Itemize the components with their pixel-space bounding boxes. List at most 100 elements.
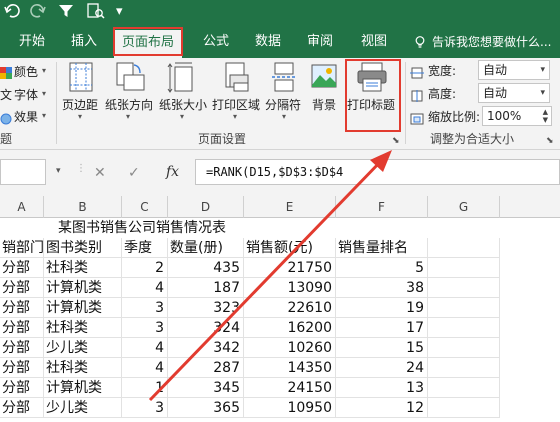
header-cell[interactable]: 图书类别 <box>44 238 122 258</box>
column-header-a[interactable]: A <box>0 196 44 218</box>
table-cell[interactable]: 19 <box>336 298 428 318</box>
empty-cell[interactable] <box>428 238 500 258</box>
table-cell[interactable]: 5 <box>336 258 428 278</box>
tab-formulas[interactable]: 公式 <box>194 26 238 58</box>
table-cell[interactable]: 38 <box>336 278 428 298</box>
empty-cell[interactable] <box>428 338 500 358</box>
scale-to-fit-launcher-icon[interactable]: ⬊ <box>546 136 554 146</box>
table-cell[interactable]: 22610 <box>244 298 336 318</box>
name-box[interactable] <box>0 159 46 185</box>
table-cell[interactable]: 分部 <box>0 318 44 338</box>
enter-icon[interactable]: ✓ <box>128 165 140 181</box>
name-box-dropdown-icon[interactable]: ▾ <box>56 166 61 176</box>
table-cell[interactable]: 分部 <box>0 378 44 398</box>
insert-function-icon[interactable]: fx <box>166 164 179 180</box>
table-cell[interactable]: 324 <box>168 318 244 338</box>
column-header-d[interactable]: D <box>168 196 244 218</box>
formula-input[interactable]: =RANK(D15,$D$3:$D$4 <box>195 159 560 185</box>
scale-spinner[interactable]: 100% ▲ ▼ <box>482 106 552 126</box>
undo-icon[interactable] <box>4 3 22 25</box>
width-dropdown[interactable]: 自动 ▾ <box>478 60 550 80</box>
margins-button[interactable]: 页边距 <box>62 96 98 113</box>
empty-cell[interactable] <box>428 318 500 338</box>
table-cell[interactable]: 2 <box>122 258 168 278</box>
effects-button[interactable]: 效果 <box>14 108 38 125</box>
table-cell[interactable]: 计算机类 <box>44 298 122 318</box>
table-cell[interactable]: 21750 <box>244 258 336 278</box>
table-cell[interactable]: 365 <box>168 398 244 418</box>
table-cell[interactable]: 4 <box>122 338 168 358</box>
table-cell[interactable]: 分部 <box>0 358 44 378</box>
empty-cell[interactable] <box>428 258 500 278</box>
sheet-title[interactable]: 某图书销售公司销售情况表 <box>58 218 226 238</box>
empty-cell[interactable] <box>428 378 500 398</box>
table-cell[interactable]: 社科类 <box>44 258 122 278</box>
background-button[interactable]: 背景 <box>312 96 336 113</box>
table-cell[interactable]: 分部 <box>0 398 44 418</box>
filter-icon[interactable] <box>58 3 74 25</box>
tell-me-search[interactable]: 告诉我您想要做什么... <box>432 26 551 58</box>
tab-insert[interactable]: 插入 <box>62 26 106 58</box>
tab-view[interactable]: 视图 <box>352 26 396 58</box>
table-cell[interactable]: 24 <box>336 358 428 378</box>
table-cell[interactable]: 4 <box>122 358 168 378</box>
column-header-f[interactable]: F <box>336 196 428 218</box>
size-button[interactable]: 纸张大小 <box>159 96 207 113</box>
table-cell[interactable]: 16200 <box>244 318 336 338</box>
table-cell[interactable]: 3 <box>122 318 168 338</box>
table-cell[interactable]: 10260 <box>244 338 336 358</box>
table-cell[interactable]: 13090 <box>244 278 336 298</box>
colors-button[interactable]: 颜色 <box>14 63 38 80</box>
page-setup-launcher-icon[interactable]: ⬊ <box>392 136 400 146</box>
table-cell[interactable]: 少儿类 <box>44 398 122 418</box>
table-cell[interactable]: 10950 <box>244 398 336 418</box>
table-cell[interactable]: 1 <box>122 378 168 398</box>
table-cell[interactable]: 24150 <box>244 378 336 398</box>
table-cell[interactable]: 社科类 <box>44 358 122 378</box>
table-cell[interactable]: 分部 <box>0 258 44 278</box>
column-header-c[interactable]: C <box>122 196 168 218</box>
empty-cell[interactable] <box>428 298 500 318</box>
empty-cell[interactable] <box>428 278 500 298</box>
print-area-button[interactable]: 打印区域 <box>212 96 260 113</box>
redo-icon[interactable] <box>28 3 46 25</box>
table-cell[interactable]: 17 <box>336 318 428 338</box>
header-cell[interactable]: 数量(册) <box>168 238 244 258</box>
table-cell[interactable]: 14350 <box>244 358 336 378</box>
table-cell[interactable]: 323 <box>168 298 244 318</box>
table-cell[interactable]: 社科类 <box>44 318 122 338</box>
table-cell[interactable]: 4 <box>122 278 168 298</box>
empty-cell[interactable] <box>428 398 500 418</box>
cancel-icon[interactable]: ✕ <box>94 165 106 181</box>
table-cell[interactable]: 12 <box>336 398 428 418</box>
table-cell[interactable]: 435 <box>168 258 244 278</box>
table-cell[interactable]: 345 <box>168 378 244 398</box>
table-cell[interactable]: 287 <box>168 358 244 378</box>
table-cell[interactable]: 3 <box>122 298 168 318</box>
height-dropdown[interactable]: 自动 ▾ <box>478 83 550 103</box>
header-cell[interactable]: 季度 <box>122 238 168 258</box>
header-cell[interactable]: 销售额(元) <box>244 238 336 258</box>
table-cell[interactable]: 分部 <box>0 338 44 358</box>
table-cell[interactable]: 少儿类 <box>44 338 122 358</box>
table-cell[interactable]: 342 <box>168 338 244 358</box>
table-cell[interactable]: 计算机类 <box>44 378 122 398</box>
tab-data[interactable]: 数据 <box>246 26 290 58</box>
header-cell[interactable]: 销部门 <box>0 238 44 258</box>
column-header-b[interactable]: B <box>44 196 122 218</box>
table-cell[interactable]: 计算机类 <box>44 278 122 298</box>
print-preview-icon[interactable] <box>86 3 106 25</box>
customize-quick-access-icon[interactable]: ▾ <box>116 3 123 21</box>
column-header-g[interactable]: G <box>428 196 500 218</box>
breaks-button[interactable]: 分隔符 <box>265 96 301 113</box>
empty-cell[interactable] <box>428 358 500 378</box>
header-cell[interactable]: 销售量排名 <box>336 238 428 258</box>
table-cell[interactable]: 15 <box>336 338 428 358</box>
table-cell[interactable]: 13 <box>336 378 428 398</box>
table-cell[interactable]: 187 <box>168 278 244 298</box>
tab-review[interactable]: 审阅 <box>298 26 342 58</box>
table-cell[interactable]: 3 <box>122 398 168 418</box>
fonts-button[interactable]: 字体 <box>14 86 38 103</box>
table-cell[interactable]: 分部 <box>0 298 44 318</box>
table-cell[interactable]: 分部 <box>0 278 44 298</box>
